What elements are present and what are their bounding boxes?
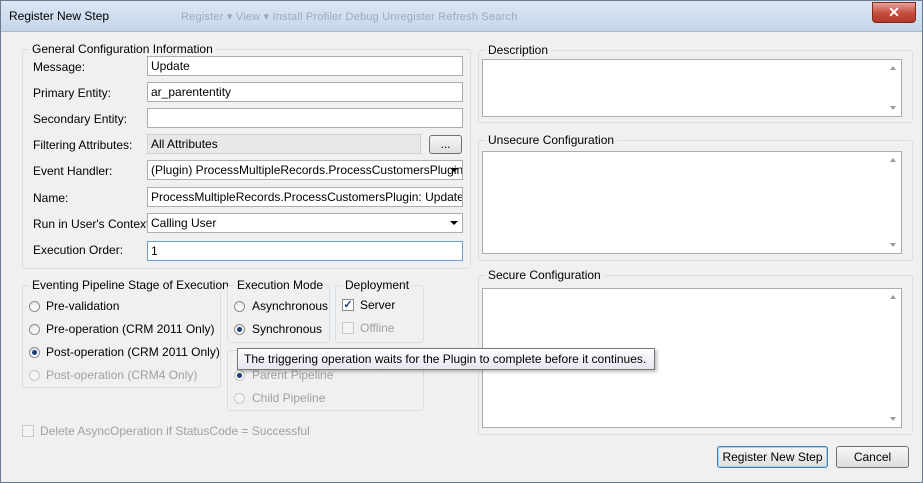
- scroll-up-icon[interactable]: [890, 295, 896, 299]
- message-field[interactable]: Update: [147, 56, 463, 76]
- chevron-down-icon: [450, 168, 458, 172]
- offline-label: Offline: [360, 321, 395, 335]
- name-field[interactable]: ProcessMultipleRecords.ProcessCustomersP…: [147, 187, 463, 207]
- child-pipeline-label: Child Pipeline: [252, 391, 326, 405]
- scroll-down-icon[interactable]: [890, 417, 896, 421]
- radio-pre-validation[interactable]: [29, 301, 40, 312]
- post-operation-label: Post-operation (CRM 2011 Only): [46, 345, 220, 359]
- description-legend: Description: [485, 43, 552, 57]
- background-toolbar: Register ▾ View ▾ Install Profiler Debug…: [181, 11, 518, 23]
- name-label: Name:: [33, 191, 69, 205]
- pre-operation-label: Pre-operation (CRM 2011 Only): [46, 322, 215, 336]
- scroll-up-icon[interactable]: [890, 158, 896, 162]
- description-textarea[interactable]: [482, 59, 902, 117]
- server-label: Server: [360, 298, 396, 312]
- event-handler-select[interactable]: (Plugin) ProcessMultipleRecords.ProcessC…: [147, 160, 463, 180]
- register-new-step-button[interactable]: Register New Step: [717, 446, 828, 468]
- filtering-attributes-button[interactable]: ...: [429, 135, 462, 154]
- secure-config-legend: Secure Configuration: [485, 268, 604, 282]
- primary-entity-field[interactable]: ar_parententity: [147, 82, 463, 102]
- chevron-down-icon: [450, 221, 458, 225]
- secure-config-scrollbar[interactable]: [886, 289, 901, 427]
- filtering-attributes-label: Filtering Attributes:: [33, 138, 133, 152]
- post-operation-crm4-label: Post-operation (CRM4 Only): [46, 368, 198, 382]
- unsecure-config-legend: Unsecure Configuration: [485, 133, 618, 147]
- pre-validation-label: Pre-validation: [46, 299, 120, 313]
- delete-async-checkbox: [22, 425, 34, 437]
- title-bar[interactable]: Register New Step Register ▾ View ▾ Inst…: [1, 1, 922, 32]
- cancel-button[interactable]: Cancel: [836, 446, 909, 468]
- secondary-entity-label: Secondary Entity:: [33, 112, 128, 126]
- scroll-up-icon[interactable]: [890, 66, 896, 70]
- server-checkbox[interactable]: ✓: [342, 299, 354, 311]
- parent-pipeline-label: Parent Pipeline: [252, 368, 334, 382]
- message-label: Message:: [33, 60, 86, 74]
- event-handler-label: Event Handler:: [33, 164, 113, 178]
- deployment-legend: Deployment: [342, 278, 413, 292]
- scroll-down-icon[interactable]: [890, 106, 896, 110]
- event-handler-value: (Plugin) ProcessMultipleRecords.ProcessC…: [151, 163, 463, 177]
- primary-entity-label: Primary Entity:: [33, 86, 112, 100]
- close-icon[interactable]: ✕: [872, 2, 916, 23]
- offline-checkbox: [342, 322, 354, 334]
- run-context-value: Calling User: [151, 216, 217, 230]
- synchronous-label: Synchronous: [252, 322, 323, 336]
- delete-async-label: Delete AsyncOperation if StatusCode = Su…: [40, 424, 310, 438]
- unsecure-config-textarea[interactable]: [482, 151, 902, 254]
- unsecure-config-scrollbar[interactable]: [886, 152, 901, 253]
- synchronous-tooltip: The triggering operation waits for the P…: [237, 348, 655, 370]
- run-context-label: Run in User's Context:: [33, 217, 153, 231]
- pipeline-stage-legend: Eventing Pipeline Stage of Execution: [29, 278, 232, 292]
- radio-asynchronous[interactable]: [234, 301, 245, 312]
- description-scrollbar[interactable]: [886, 60, 901, 116]
- radio-post-operation-crm4: [29, 370, 40, 381]
- window-title: Register New Step: [9, 9, 110, 23]
- asynchronous-label: Asynchronous: [252, 299, 329, 313]
- execution-order-field[interactable]: 1: [147, 241, 463, 261]
- run-context-select[interactable]: Calling User: [147, 213, 463, 233]
- radio-post-operation[interactable]: [29, 347, 40, 358]
- radio-pre-operation[interactable]: [29, 324, 40, 335]
- general-config-legend: General Configuration Information: [29, 42, 216, 56]
- radio-parent-pipeline: [234, 370, 245, 381]
- scroll-down-icon[interactable]: [890, 243, 896, 247]
- radio-synchronous[interactable]: [234, 324, 245, 335]
- filtering-attributes-field: All Attributes: [147, 134, 421, 154]
- execution-mode-legend: Execution Mode: [234, 278, 327, 292]
- secondary-entity-field[interactable]: [147, 108, 463, 128]
- register-step-dialog: Register New Step Register ▾ View ▾ Inst…: [0, 0, 923, 483]
- execution-order-label: Execution Order:: [33, 243, 124, 257]
- radio-child-pipeline: [234, 393, 245, 404]
